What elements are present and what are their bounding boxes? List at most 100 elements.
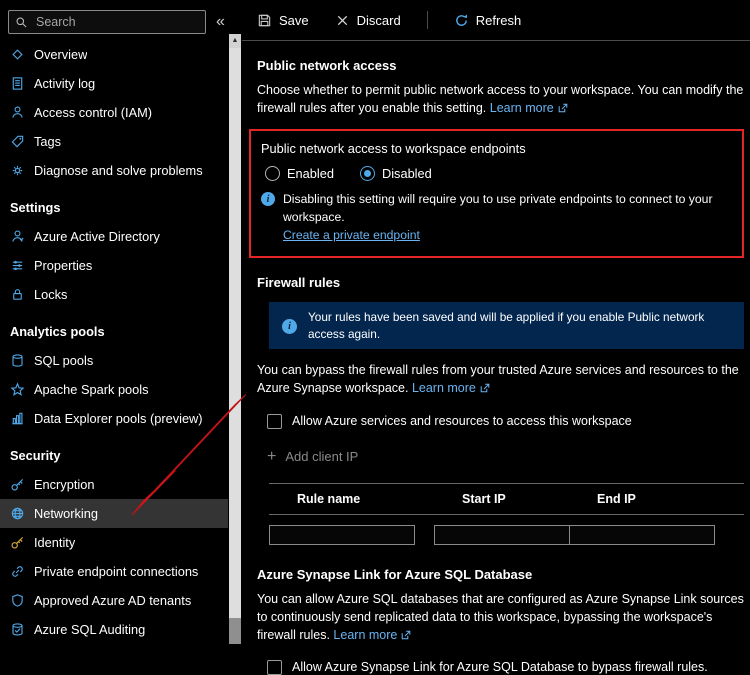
- sidebar-scrollbar: ▲: [228, 0, 242, 644]
- sidebar-item-label: Data Explorer pools (preview): [34, 411, 203, 426]
- synapse-link-bypass-checkbox[interactable]: Allow Azure Synapse Link for Azure SQL D…: [267, 659, 744, 675]
- main-content: Save Discard Refresh Public network acce…: [242, 0, 750, 675]
- sidebar-item-approved-azure-ad-tenants[interactable]: Approved Azure AD tenants: [0, 586, 228, 615]
- external-link-icon: [402, 630, 411, 640]
- sidebar-section-settings: Settings: [10, 200, 61, 215]
- allow-azure-services-checkbox[interactable]: Allow Azure services and resources to ac…: [267, 413, 744, 429]
- synapse-learn-more-link[interactable]: Learn more: [333, 628, 397, 642]
- discard-icon: [337, 15, 347, 25]
- scrollbar-thumb[interactable]: [229, 48, 241, 618]
- discard-button[interactable]: Discard: [335, 13, 401, 28]
- toolbar: Save Discard Refresh: [257, 0, 744, 40]
- sidebar: « Overview Activity log Access control (IA…: [0, 0, 228, 644]
- toolbar-separator: [426, 11, 428, 29]
- sidebar-item-properties[interactable]: Properties: [0, 251, 228, 280]
- save-button[interactable]: Save: [257, 13, 309, 28]
- sidebar-item-label: Diagnose and solve problems: [34, 163, 203, 178]
- sidebar-item-identity[interactable]: Identity: [0, 528, 228, 557]
- sidebar-item-access-control-iam[interactable]: Access control (IAM): [0, 98, 228, 127]
- sidebar-search-row: «: [0, 8, 228, 40]
- sidebar-item-label: Private endpoint connections: [34, 564, 199, 579]
- firewall-learn-more-link[interactable]: Learn more: [412, 381, 476, 395]
- sidebar-item-label: Properties: [34, 258, 93, 273]
- sidebar-item-label: Identity: [34, 535, 76, 550]
- sidebar-item-label: Tags: [34, 134, 62, 149]
- chart-icon: [11, 412, 24, 425]
- toolbar-divider: [242, 40, 750, 41]
- sidebar-item-label: SQL pools: [34, 353, 94, 368]
- save-label: Save: [279, 12, 309, 28]
- sidebar-item-label: Apache Spark pools: [34, 382, 149, 397]
- create-private-endpoint-link[interactable]: Create a private endpoint: [283, 228, 420, 242]
- lock-icon: [13, 289, 22, 300]
- sidebar-section-security: Security: [10, 448, 61, 463]
- radio-enabled-label: Enabled: [287, 166, 334, 182]
- discard-label: Discard: [356, 12, 401, 28]
- pna-info-text: Disabling this setting will require you …: [283, 192, 713, 224]
- sidebar-item-label: Encryption: [34, 477, 95, 492]
- end-ip-input[interactable]: [569, 524, 715, 545]
- external-link-icon: [558, 103, 568, 113]
- key-icon: [11, 478, 24, 491]
- sliders-icon: [12, 260, 23, 271]
- start-ip-input[interactable]: [434, 524, 580, 545]
- firewall-info-banner: i Your rules have been saved and will be…: [269, 302, 744, 350]
- sidebar-item-data-explorer-pools-preview[interactable]: Data Explorer pools (preview): [0, 404, 228, 433]
- add-client-ip-label: Add client IP: [285, 449, 359, 465]
- sidebar-item-apache-spark-pools[interactable]: Apache Spark pools: [0, 375, 228, 404]
- sidebar-item-locks[interactable]: Locks: [0, 280, 228, 309]
- sidebar-item-label: Approved Azure AD tenants: [34, 593, 192, 608]
- diamond-icon: [12, 49, 23, 60]
- sidebar-groups: Overview Activity log Access control (IAM)…: [0, 40, 228, 644]
- pna-learn-more-link[interactable]: Learn more: [490, 101, 554, 115]
- add-client-ip-button[interactable]: + Add client IP: [267, 447, 359, 465]
- globe-icon: [11, 507, 24, 520]
- allow-azure-services-label: Allow Azure services and resources to ac…: [292, 414, 632, 429]
- sidebar-item-overview[interactable]: Overview: [0, 40, 228, 69]
- sidebar-item-networking[interactable]: Networking: [0, 499, 228, 528]
- radio-enabled[interactable]: Enabled: [265, 166, 334, 182]
- sidebar-item-label: Overview: [34, 47, 88, 62]
- app-root: « Overview Activity log Access control (IA…: [0, 0, 750, 675]
- sidebar-item-label: Networking: [34, 506, 99, 521]
- star-icon: [11, 383, 24, 396]
- search-input[interactable]: [34, 14, 199, 30]
- firewall-description: You can bypass the firewall rules from y…: [257, 363, 739, 396]
- firewall-heading: Firewall rules: [257, 275, 341, 291]
- refresh-button[interactable]: Refresh: [454, 12, 522, 28]
- checkbox-box: [267, 659, 282, 675]
- scrollbar-up-button[interactable]: ▲: [229, 34, 241, 48]
- refresh-icon: [455, 14, 467, 26]
- annotation-red-box: Public network access to workspace endpo…: [249, 129, 744, 259]
- plus-icon: +: [267, 447, 277, 465]
- search-icon: [16, 17, 27, 27]
- synapse-link-heading: Azure Synapse Link for Azure SQL Databas…: [257, 566, 533, 582]
- sidebar-item-activity-log[interactable]: Activity log: [0, 69, 228, 98]
- firewall-banner-text: Your rules have been saved and will be a…: [308, 310, 705, 341]
- synapse-link-bypass-label: Allow Azure Synapse Link for Azure SQL D…: [292, 660, 708, 675]
- radio-disabled-label: Disabled: [381, 166, 432, 182]
- sidebar-item-azure-sql-auditing[interactable]: Azure SQL Auditing: [0, 615, 228, 644]
- refresh-label: Refresh: [475, 12, 522, 28]
- firewall-rules-table: Rule name Start IP End IP: [269, 482, 744, 545]
- radio-disabled[interactable]: Disabled: [359, 166, 432, 182]
- sidebar-item-azure-active-directory[interactable]: Azure Active Directory: [0, 222, 228, 251]
- search-box: [8, 10, 206, 34]
- database-icon: [12, 354, 23, 367]
- sidebar-section-analytics-pools: Analytics pools: [10, 324, 105, 339]
- table-header-row: Rule name Start IP End IP: [269, 482, 744, 515]
- rule-name-input[interactable]: [269, 524, 415, 545]
- sidebar-item-private-endpoint-connections[interactable]: Private endpoint connections: [0, 557, 228, 586]
- doc-icon: [12, 77, 23, 90]
- sidebar-item-encryption[interactable]: Encryption: [0, 470, 228, 499]
- tag-icon: [11, 135, 24, 148]
- sidebar-item-sql-pools[interactable]: SQL pools: [0, 346, 228, 375]
- pna-description: Choose whether to permit public network …: [257, 83, 744, 116]
- sidebar-item-label: Locks: [34, 287, 68, 302]
- sidebar-item-diagnose-and-solve-problems[interactable]: Diagnose and solve problems: [0, 156, 228, 185]
- pna-info-row: i Disabling this setting will require yo…: [261, 191, 732, 244]
- info-icon: i: [282, 318, 297, 334]
- sidebar-item-tags[interactable]: Tags: [0, 127, 228, 156]
- sidebar-item-label: Access control (IAM): [34, 105, 153, 120]
- radio-enabled-circle: [265, 166, 280, 182]
